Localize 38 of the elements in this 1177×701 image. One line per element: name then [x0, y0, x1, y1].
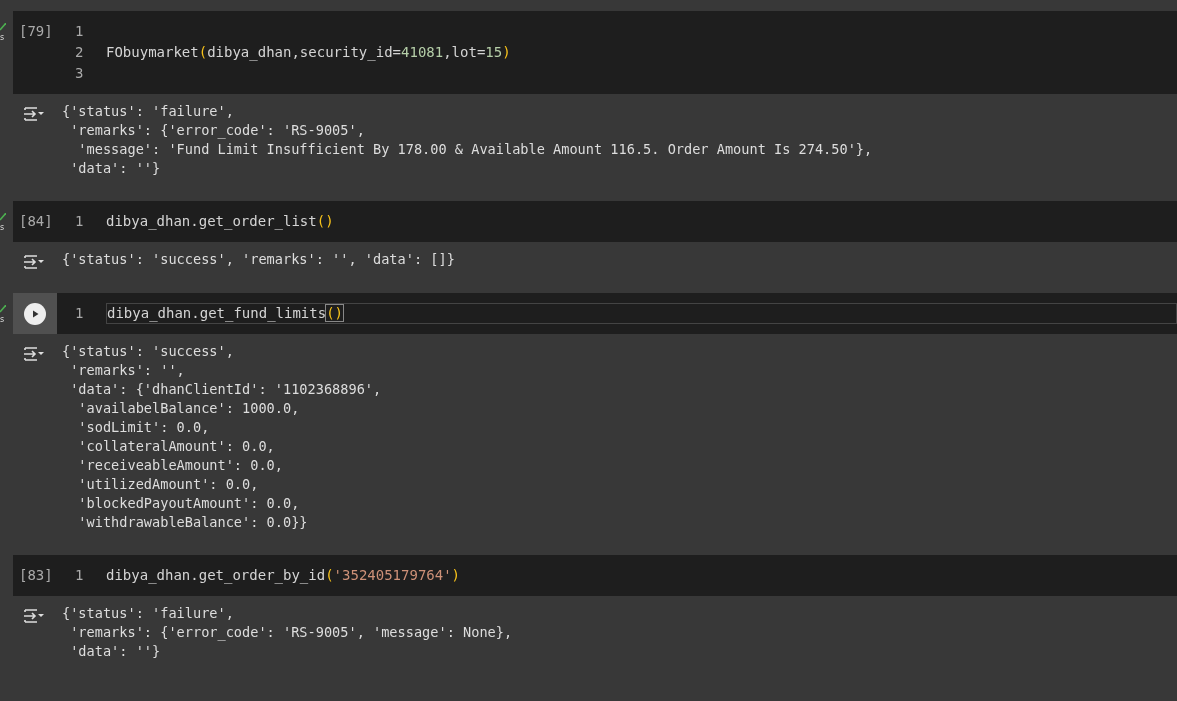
code-line: dibya_dhan.get_order_by_id('352405179764') [106, 566, 461, 586]
output-line: 'data': {'dhanClientId': '1102368896', [69, 380, 383, 399]
execution-count: [84] [19, 213, 53, 229]
output-line: {'status': 'failure', [62, 604, 235, 623]
output-menu-icon[interactable] [23, 346, 45, 362]
output-menu-icon[interactable] [23, 254, 45, 270]
run-time-label: s [0, 315, 5, 324]
line-number: 1 [75, 304, 85, 323]
output-line: 'receiveableAmount': 0.0, [77, 456, 284, 475]
line-number: 1 [75, 22, 85, 41]
output-menu-icon[interactable] [23, 608, 45, 624]
output-line: {'status': 'success', [62, 342, 235, 361]
output-line: 'sodLimit': 0.0, [77, 418, 211, 437]
output-line: {'status': 'failure', [62, 102, 235, 121]
run-time-label: s [0, 223, 5, 232]
output-line: 'withdrawableBalance': 0.0}} [77, 513, 309, 532]
output-line: 'collateralAmount': 0.0, [77, 437, 276, 456]
output-menu-icon[interactable] [23, 106, 45, 122]
output-line: 'data': ''} [69, 159, 162, 178]
output-line: {'status': 'success', 'remarks': '', 'data': []} [62, 250, 456, 269]
output-line: 'remarks': '', [69, 361, 186, 380]
line-number: 2 [75, 43, 85, 62]
run-button[interactable] [24, 302, 46, 325]
output-line: 'utilizedAmount': 0.0, [77, 475, 260, 494]
line-number: 3 [75, 64, 85, 83]
output-line: 'remarks': {'error_code': 'RS-9005', [69, 121, 366, 140]
output-line: 'blockedPayoutAmount': 0.0, [77, 494, 301, 513]
execution-count: [83] [19, 567, 53, 583]
run-time-label: s [0, 33, 5, 42]
output-line: 'message': 'Fund Limit Insufficient By 178.00 & Available Amount 116.5. Order Amount Is 274.50'}, [77, 140, 874, 159]
output-line: 'remarks': {'error_code': 'RS-9005', 'message': None}, [69, 623, 514, 642]
output-line: 'data': ''} [69, 642, 162, 661]
line-number: 1 [75, 566, 85, 585]
code-line: FObuymarket(dibya_dhan,security_id=41081,lot=15) [106, 43, 511, 63]
execution-count: [79] [19, 23, 53, 39]
code-line: dibya_dhan.get_order_list() [106, 212, 334, 232]
line-number: 1 [75, 212, 85, 231]
output-line: 'availabelBalance': 1000.0, [77, 399, 301, 418]
